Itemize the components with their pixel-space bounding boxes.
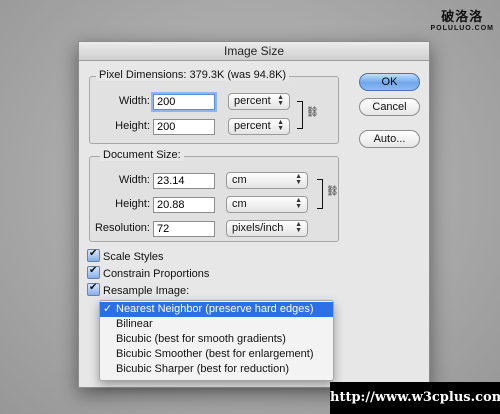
document-width-unit-label: cm	[232, 174, 247, 186]
site-logo-chinese: 破洛洛	[441, 10, 484, 25]
dialog-title: Image Size	[79, 42, 429, 61]
pixel-width-unit-label: percent	[234, 95, 271, 107]
pixel-width-unit-select[interactable]: percent ▲ ▼	[228, 93, 290, 110]
document-height-input[interactable]: 20.88	[153, 197, 215, 213]
chain-link-icon: ⛓	[326, 186, 339, 197]
document-constrain-bracket	[317, 179, 323, 209]
desktop-background: 破洛洛 POLULUO.COM Image Size Pixel Dimensi…	[0, 0, 500, 414]
resample-option-nearest-neighbor[interactable]: ✓ Nearest Neighbor (preserve hard edges)	[100, 302, 333, 317]
scale-styles-checkbox[interactable]: Scale Styles	[87, 248, 164, 263]
resolution-unit-label: pixels/inch	[232, 222, 284, 234]
checkbox-checked-icon	[87, 265, 100, 279]
select-arrows-icon: ▲ ▼	[295, 197, 302, 210]
resample-option-label: Nearest Neighbor (preserve hard edges)	[116, 303, 314, 315]
constrain-bracket	[297, 101, 303, 129]
chain-link-icon: ⛓	[306, 107, 319, 118]
resample-method-menu[interactable]: ✓ Nearest Neighbor (preserve hard edges) …	[99, 300, 334, 381]
select-arrows-icon: ▲ ▼	[295, 173, 302, 186]
resample-image-checkbox[interactable]: Resample Image:	[87, 282, 190, 297]
pixel-dimensions-title: Pixel Dimensions: 379.3K (was 94.8K)	[96, 69, 290, 81]
site-logo-latin: POLULUO.COM	[430, 25, 494, 32]
pixel-height-unit-select[interactable]: percent ▲ ▼	[228, 118, 290, 135]
document-height-unit-label: cm	[232, 198, 247, 210]
pixel-width-input[interactable]: 200	[153, 94, 215, 110]
pixel-height-input[interactable]: 200	[153, 119, 215, 135]
checkbox-checked-icon	[87, 248, 100, 262]
resolution-input[interactable]: 72	[153, 221, 215, 237]
resolution-label: Resolution:	[94, 222, 150, 234]
auto-button[interactable]: Auto...	[359, 130, 420, 148]
document-height-label: Height:	[115, 198, 150, 210]
constrain-proportions-label: Constrain Proportions	[103, 268, 210, 280]
document-width-unit-select[interactable]: cm ▲ ▼	[226, 172, 308, 189]
constrain-proportions-checkbox[interactable]: Constrain Proportions	[87, 265, 210, 280]
document-size-title: Document Size:	[100, 149, 184, 161]
resample-option-bicubic[interactable]: Bicubic (best for smooth gradients)	[100, 332, 333, 347]
resolution-unit-select[interactable]: pixels/inch ▲ ▼	[226, 220, 308, 237]
pixel-dimensions-group: Pixel Dimensions: 379.3K (was 94.8K) Wid…	[89, 69, 339, 144]
pixel-height-label: Height:	[115, 120, 150, 132]
cancel-button[interactable]: Cancel	[359, 98, 420, 116]
pixel-width-label: Width:	[118, 95, 150, 107]
select-arrows-icon: ▲ ▼	[277, 119, 284, 132]
ok-button[interactable]: OK	[359, 73, 420, 91]
document-width-label: Width:	[118, 174, 150, 186]
pixel-height-unit-label: percent	[234, 120, 271, 132]
site-logo: 破洛洛 POLULUO.COM	[431, 6, 495, 32]
select-arrows-icon: ▲ ▼	[277, 94, 284, 107]
scale-styles-label: Scale Styles	[103, 251, 164, 263]
select-arrows-icon: ▲ ▼	[295, 221, 302, 234]
resample-option-bicubic-sharper[interactable]: Bicubic Sharper (best for reduction)	[100, 362, 333, 377]
resample-option-bicubic-smoother[interactable]: Bicubic Smoother (best for enlargement)	[100, 347, 333, 362]
resample-option-bilinear[interactable]: Bilinear	[100, 317, 333, 332]
resample-image-label: Resample Image:	[103, 285, 190, 297]
checkbox-checked-icon	[87, 282, 100, 296]
document-width-input[interactable]: 23.14	[153, 173, 215, 189]
document-height-unit-select[interactable]: cm ▲ ▼	[226, 196, 308, 213]
document-size-group: Document Size: Width: 23.14 cm ▲ ▼ Height…	[89, 149, 339, 242]
checkmark-icon: ✓	[103, 303, 113, 315]
watermark-url: http://www.w3cplus.com	[330, 382, 500, 414]
